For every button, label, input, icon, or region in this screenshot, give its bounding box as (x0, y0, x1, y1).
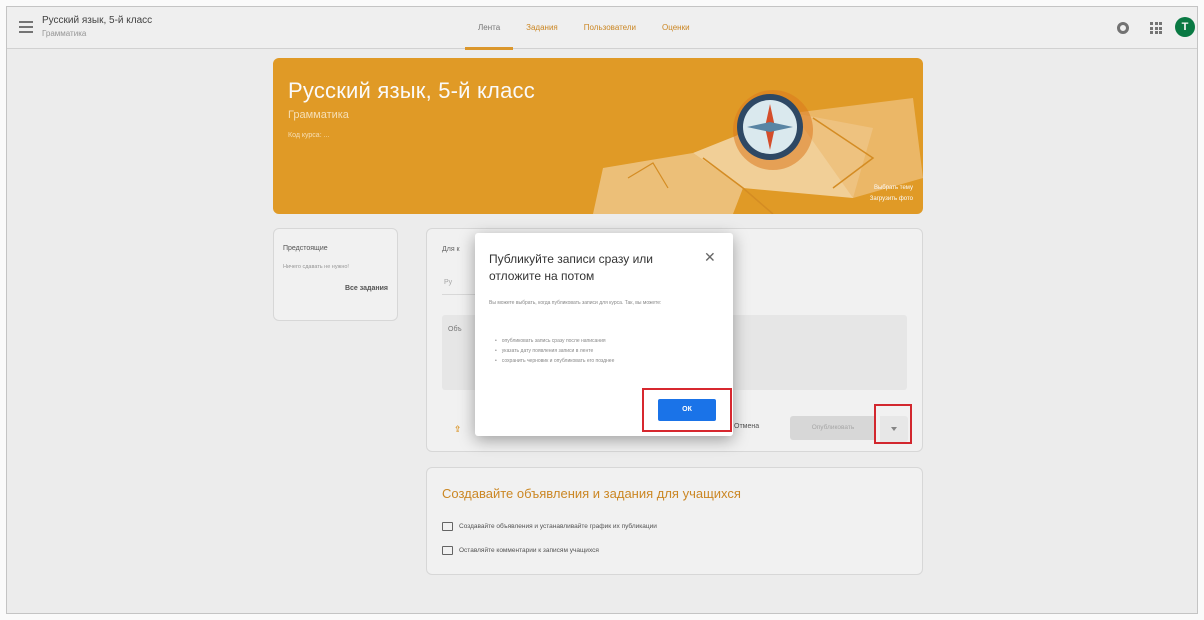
dialog-title: Публикуйте записи сразу или отложите на … (489, 252, 653, 283)
highlight-ok-button (642, 388, 732, 432)
list-item: сохранить черновик и опубликовать его по… (495, 356, 720, 366)
close-icon[interactable]: ✕ (704, 249, 716, 266)
dialog-body: Вы можете выбрать, когда публиковать зап… (489, 300, 662, 306)
list-item: указать дату появления записи в ленте (495, 346, 720, 356)
list-item: опубликовать запись сразу после написани… (495, 336, 720, 346)
dialog-list: опубликовать запись сразу после написани… (495, 336, 720, 366)
